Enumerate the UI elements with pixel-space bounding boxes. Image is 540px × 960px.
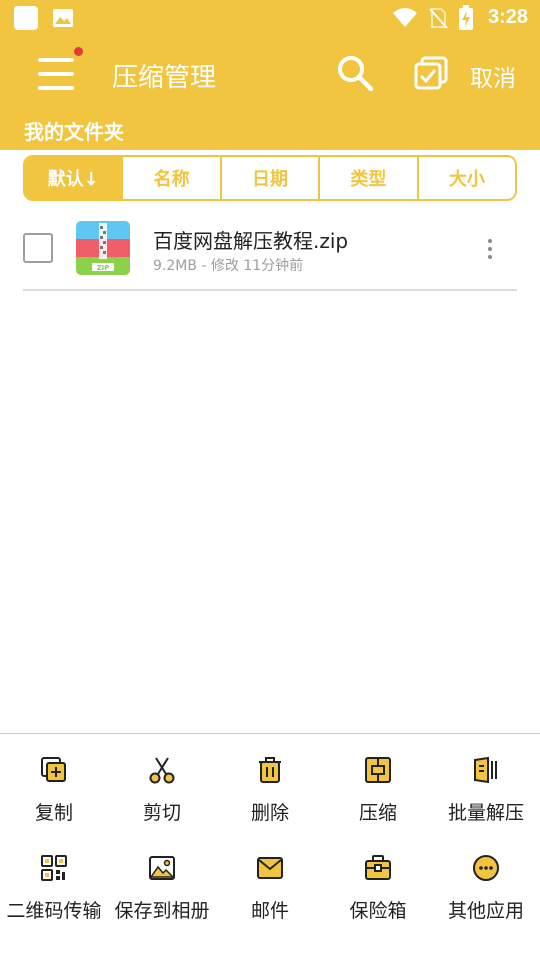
image-icon bbox=[149, 856, 175, 880]
gallery-notification-icon bbox=[53, 9, 73, 27]
sort-tab-default[interactable]: 默认↓ bbox=[25, 157, 122, 199]
search-icon[interactable] bbox=[336, 54, 374, 92]
cancel-button[interactable]: 取消 bbox=[470, 59, 516, 93]
file-meta: 9.2MB - 修改 11分钟前 bbox=[153, 258, 304, 274]
mail-button[interactable]: 邮件 bbox=[216, 838, 324, 936]
batch-extract-label: 批量解压 bbox=[447, 802, 524, 824]
list-divider bbox=[23, 289, 517, 291]
safe-box-icon bbox=[365, 855, 391, 880]
wifi-icon bbox=[393, 8, 417, 27]
copy-label: 复制 bbox=[34, 802, 73, 824]
notification-app-icon bbox=[14, 6, 38, 30]
scissors-icon bbox=[149, 757, 175, 784]
mail-label: 邮件 bbox=[250, 900, 289, 922]
svg-text:ZIP: ZIP bbox=[97, 264, 110, 272]
cut-label: 剪切 bbox=[142, 802, 181, 824]
compress-icon bbox=[365, 757, 391, 783]
notification-dot bbox=[74, 47, 83, 56]
action-panel-divider bbox=[0, 733, 540, 734]
sort-tabs: 默认↓ 名称 日期 类型 大小 bbox=[23, 155, 517, 201]
page-title: 压缩管理 bbox=[112, 63, 217, 93]
compress-button[interactable]: 压缩 bbox=[324, 740, 432, 838]
save-to-album-label: 保存到相册 bbox=[114, 900, 210, 922]
status-time: 3:28 bbox=[487, 6, 528, 28]
copy-button[interactable]: 复制 bbox=[0, 740, 108, 838]
qr-code-icon bbox=[41, 855, 67, 881]
compress-label: 压缩 bbox=[358, 802, 397, 824]
zip-file-icon: ZIP bbox=[76, 221, 130, 275]
copy-icon bbox=[41, 757, 66, 782]
save-to-album-button[interactable]: 保存到相册 bbox=[108, 838, 216, 936]
app-bar: 压缩管理 取消 bbox=[0, 36, 540, 112]
sort-tab-type[interactable]: 类型 bbox=[318, 157, 417, 199]
safe-box-button[interactable]: 保险箱 bbox=[324, 838, 432, 936]
safe-box-label: 保险箱 bbox=[349, 900, 407, 922]
more-apps-icon bbox=[473, 855, 499, 881]
more-options-icon[interactable] bbox=[478, 236, 502, 262]
status-bar: 3:28 bbox=[0, 0, 540, 36]
mail-icon bbox=[257, 857, 283, 879]
batch-extract-button[interactable]: 批量解压 bbox=[432, 740, 540, 838]
no-sim-icon bbox=[429, 8, 448, 29]
other-apps-label: 其他应用 bbox=[447, 900, 524, 922]
select-all-icon[interactable] bbox=[414, 56, 448, 90]
cut-button[interactable]: 剪切 bbox=[108, 740, 216, 838]
sort-tab-name[interactable]: 名称 bbox=[121, 157, 220, 199]
qr-transfer-label: 二维码传输 bbox=[6, 900, 102, 922]
sort-tab-date[interactable]: 日期 bbox=[219, 157, 319, 199]
folder-title: 我的文件夹 bbox=[24, 120, 124, 144]
qr-transfer-button[interactable]: 二维码传输 bbox=[0, 838, 108, 936]
delete-label: 删除 bbox=[250, 802, 289, 824]
folder-header: 我的文件夹 bbox=[0, 112, 540, 150]
file-list-item[interactable]: ZIP 百度网盘解压教程.zip 9.2MB - 修改 11分钟前 bbox=[0, 208, 540, 290]
file-name: 百度网盘解压教程.zip bbox=[153, 229, 349, 253]
delete-button[interactable]: 删除 bbox=[216, 740, 324, 838]
battery-charging-icon bbox=[459, 5, 473, 30]
menu-icon bbox=[38, 58, 74, 62]
trash-icon bbox=[259, 757, 281, 783]
other-apps-button[interactable]: 其他应用 bbox=[432, 838, 540, 936]
sort-tab-size[interactable]: 大小 bbox=[416, 157, 515, 199]
batch-extract-icon bbox=[474, 756, 497, 784]
menu-button[interactable] bbox=[32, 47, 83, 96]
file-checkbox[interactable] bbox=[23, 233, 53, 263]
